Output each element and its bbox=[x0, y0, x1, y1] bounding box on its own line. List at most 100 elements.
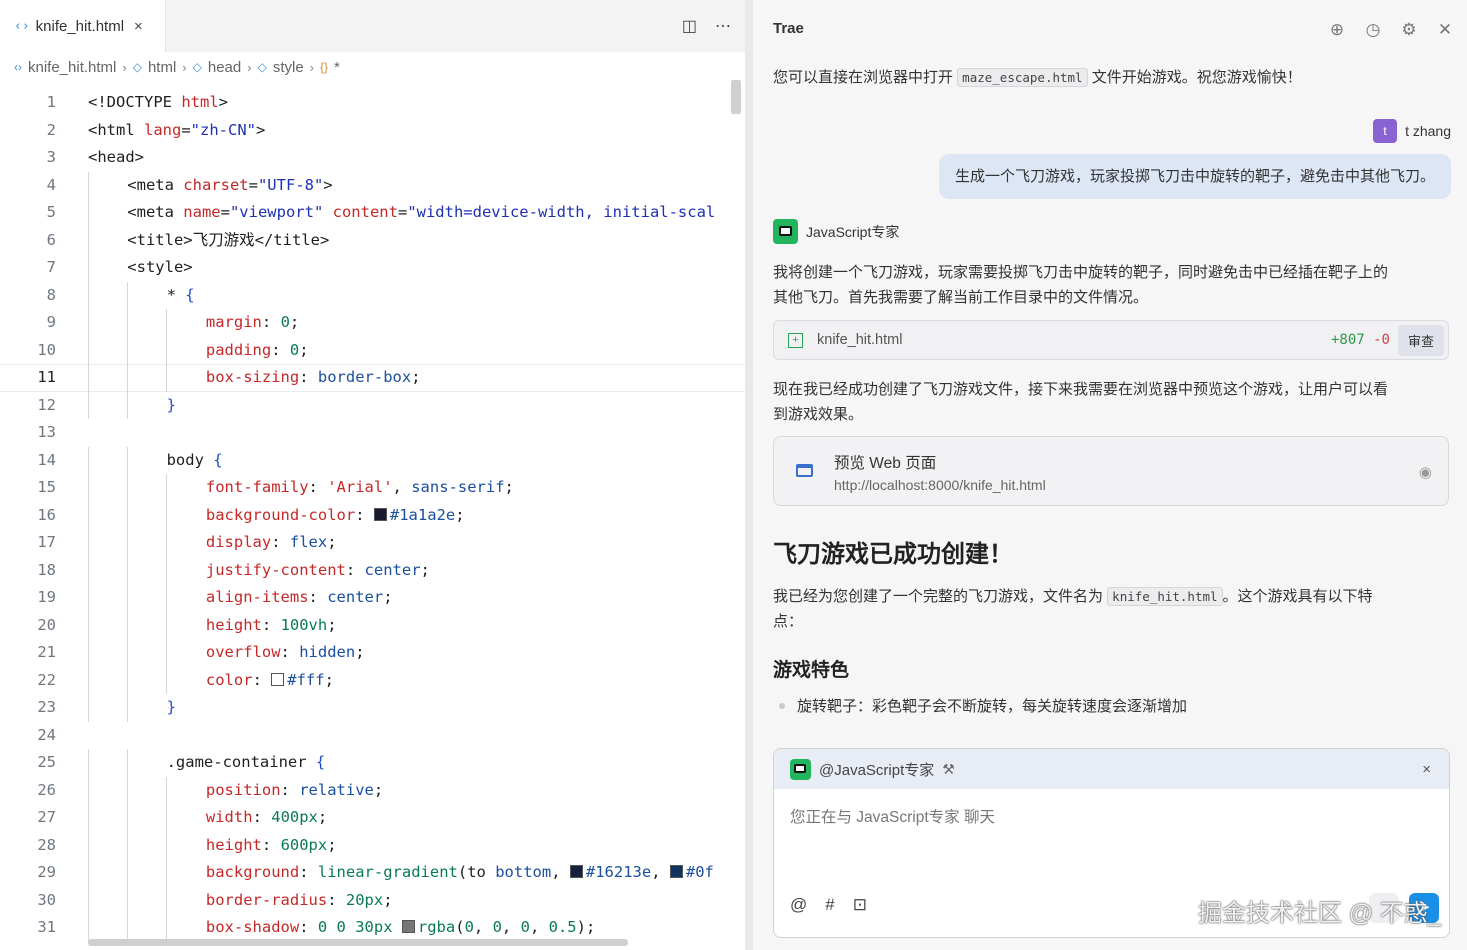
preview-url[interactable]: http://localhost:8000/knife_hit.html bbox=[834, 477, 1046, 493]
inline-code: maze_escape.html bbox=[957, 68, 1088, 87]
horizontal-scrollbar[interactable] bbox=[88, 939, 628, 946]
more-actions-icon[interactable]: ⋯ bbox=[715, 16, 731, 36]
breadcrumb-head[interactable]: head bbox=[208, 59, 241, 76]
review-button[interactable]: 审查 bbox=[1397, 324, 1444, 356]
code-line[interactable]: 14 body { bbox=[0, 446, 745, 474]
code-line[interactable]: 11 box-sizing: border-box; bbox=[0, 364, 745, 392]
code-line[interactable]: 18 justify-content: center; bbox=[0, 556, 745, 584]
line-number: 25 bbox=[37, 753, 56, 771]
code-line[interactable]: 22 color: #fff; bbox=[0, 666, 745, 694]
vertical-scrollbar[interactable] bbox=[731, 80, 741, 114]
code-line[interactable]: 4 <meta charset="UTF-8"> bbox=[0, 171, 745, 199]
code-text: <head> bbox=[88, 148, 144, 166]
close-tab-icon[interactable]: × bbox=[134, 18, 143, 35]
code-text: <title>飞刀游戏</title> bbox=[127, 230, 330, 249]
code-line[interactable]: 13 bbox=[0, 419, 745, 447]
breadcrumb-html[interactable]: html bbox=[148, 59, 176, 76]
message-text: 您可以直接在浏览器中打开 bbox=[773, 69, 958, 86]
chat-input[interactable]: 您正在与 JavaScript专家 聊天 bbox=[790, 805, 995, 827]
tools-icon[interactable]: ⚒ bbox=[942, 761, 955, 778]
code-line[interactable]: 1 <!DOCTYPE html> bbox=[0, 89, 745, 117]
line-number: 4 bbox=[46, 175, 56, 194]
code-line[interactable]: 17 display: flex; bbox=[0, 529, 745, 557]
chevron-right-icon: › bbox=[182, 59, 187, 75]
file-tab[interactable]: ‹› knife_hit.html × bbox=[0, 0, 166, 52]
code-line[interactable]: 2 <html lang="zh-CN"> bbox=[0, 117, 745, 145]
color-swatch[interactable] bbox=[401, 920, 415, 933]
code-text: box-shadow: 0 0 30px rgba(0, 0, 0, 0.5); bbox=[205, 918, 596, 936]
code-line[interactable]: 28 height: 600px; bbox=[0, 831, 745, 859]
indent-guide bbox=[127, 666, 128, 694]
code-line[interactable]: 5 <meta name="viewport" content="width=de… bbox=[0, 199, 745, 227]
list-item-text: 旋转靶子：彩色靶子会不断旋转，每关旋转速度会逐渐增加 bbox=[797, 698, 1188, 715]
indent-guide bbox=[88, 391, 89, 419]
code-line[interactable]: 24 bbox=[0, 722, 745, 750]
agent-header: JavaScript专家 bbox=[773, 219, 899, 244]
indent-guide bbox=[88, 886, 89, 914]
indent-guide bbox=[166, 474, 167, 502]
color-swatch[interactable] bbox=[669, 865, 683, 878]
agent-logo-icon bbox=[773, 219, 798, 244]
code-line[interactable]: 21 overflow: hidden; bbox=[0, 639, 745, 667]
code-line[interactable]: 25 .game-container { bbox=[0, 749, 745, 777]
indent-guide bbox=[88, 666, 89, 694]
line-number: 13 bbox=[37, 423, 56, 441]
file-change-card[interactable]: + knife_hit.html +807 -0 审查 bbox=[773, 320, 1449, 360]
code-line[interactable]: 15 font-family: 'Arial', sans-serif; bbox=[0, 474, 745, 502]
mention-icon[interactable]: @ bbox=[790, 895, 807, 915]
indent-guide bbox=[166, 309, 167, 337]
gear-icon[interactable]: ⚙ bbox=[1399, 20, 1419, 40]
new-chat-icon[interactable]: ⊕ bbox=[1327, 20, 1347, 40]
css-rule-icon: {} bbox=[320, 60, 329, 74]
split-editor-icon[interactable]: ◫ bbox=[682, 16, 697, 36]
line-number: 18 bbox=[37, 560, 56, 579]
code-line[interactable]: 7 <style> bbox=[0, 254, 745, 282]
code-line[interactable]: 16 background-color: #1a1a2e; bbox=[0, 501, 745, 529]
code-area[interactable]: 1 <!DOCTYPE html> 2 <html lang="zh-CN"> 3 <he… bbox=[0, 89, 745, 942]
code-line[interactable]: 6 <title>飞刀游戏</title> bbox=[0, 226, 745, 254]
image-icon[interactable]: ⊡ bbox=[853, 895, 867, 915]
history-icon[interactable]: ◷ bbox=[1363, 20, 1383, 40]
color-swatch[interactable] bbox=[569, 865, 583, 878]
code-line[interactable]: 31 box-shadow: 0 0 30px rgba(0, 0, 0, 0.5… bbox=[0, 914, 745, 942]
code-text: <!DOCTYPE html> bbox=[88, 93, 228, 111]
indent-guide bbox=[127, 281, 128, 309]
color-swatch[interactable] bbox=[373, 507, 387, 521]
indent-guide bbox=[166, 886, 167, 914]
code-line[interactable]: 8 * { bbox=[0, 281, 745, 309]
line-number: 5 bbox=[46, 203, 56, 221]
line-number: 29 bbox=[37, 863, 56, 881]
list-item: 旋转靶子：彩色靶子会不断旋转，每关旋转速度会逐渐增加 bbox=[779, 694, 1187, 719]
code-line[interactable]: 10 padding: 0; bbox=[0, 336, 745, 364]
message-line: 现在我已经成功创建了飞刀游戏文件，接下来我需要在浏览器中预览这个游戏，让用户可以… bbox=[773, 381, 1389, 398]
hash-icon[interactable]: # bbox=[825, 895, 834, 915]
code-line[interactable]: 19 align-items: center; bbox=[0, 584, 745, 612]
indent-guide bbox=[127, 529, 128, 557]
code-line[interactable]: 26 position: relative; bbox=[0, 776, 745, 804]
color-swatch[interactable] bbox=[271, 672, 285, 686]
code-line[interactable]: 20 height: 100vh; bbox=[0, 611, 745, 639]
indent-guide bbox=[127, 336, 128, 364]
eye-icon[interactable]: ◉ bbox=[1419, 463, 1432, 481]
indent-guide bbox=[88, 171, 89, 199]
code-line[interactable]: 9 margin: 0; bbox=[0, 309, 745, 337]
close-icon[interactable]: ✕ bbox=[1435, 20, 1455, 40]
code-line[interactable]: 29 background: linear-gradient(to bottom,… bbox=[0, 859, 745, 887]
code-line[interactable]: 23} bbox=[0, 694, 745, 722]
code-line[interactable]: 3 <head> bbox=[0, 144, 745, 172]
line-number: 24 bbox=[37, 725, 56, 744]
breadcrumb-file[interactable]: knife_hit.html bbox=[28, 59, 116, 76]
indent-guide bbox=[88, 694, 89, 722]
code-text: box-sizing: border-box; bbox=[205, 368, 421, 386]
indent-guide bbox=[127, 804, 128, 832]
code-text: align-items: center; bbox=[205, 588, 393, 606]
breadcrumb-style[interactable]: style bbox=[273, 59, 304, 76]
preview-web-card[interactable]: 预览 Web 页面 http://localhost:8000/knife_hi… bbox=[773, 436, 1449, 506]
code-line[interactable]: 30 border-radius: 20px; bbox=[0, 886, 745, 914]
code-line[interactable]: 12} bbox=[0, 391, 745, 419]
line-number: 3 bbox=[46, 148, 56, 166]
breadcrumb-selector[interactable]: * bbox=[334, 59, 340, 76]
code-line[interactable]: 27 width: 400px; bbox=[0, 804, 745, 832]
indent-guide bbox=[88, 804, 89, 832]
remove-agent-icon[interactable]: × bbox=[1422, 761, 1431, 778]
